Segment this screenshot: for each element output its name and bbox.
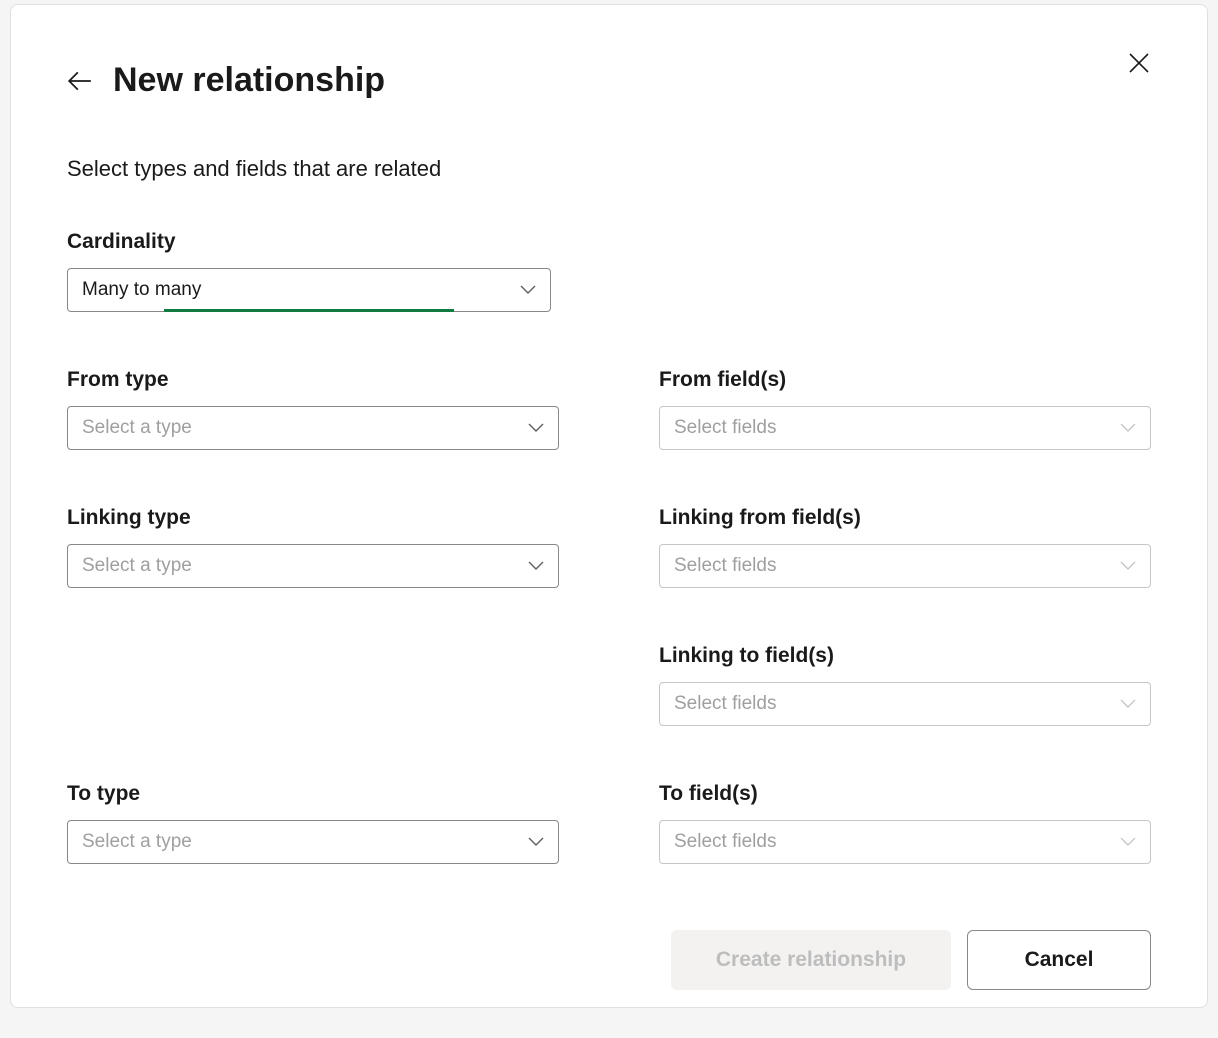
linking-type-select[interactable]: Select a type: [67, 544, 559, 588]
to-fields-select[interactable]: Select fields: [659, 820, 1151, 864]
spacer: [67, 644, 559, 645]
linking-type-placeholder: Select a type: [82, 555, 528, 577]
linking-from-fields-placeholder: Select fields: [674, 555, 1120, 577]
linking-to-fields-label: Linking to field(s): [659, 644, 1151, 668]
from-type-placeholder: Select a type: [82, 417, 528, 439]
to-fields-placeholder: Select fields: [674, 831, 1120, 853]
to-fields-group: To field(s) Select fields: [659, 782, 1151, 864]
chevron-down-icon: [528, 561, 544, 571]
from-fields-select[interactable]: Select fields: [659, 406, 1151, 450]
linking-to-fields-placeholder: Select fields: [674, 693, 1120, 715]
linking-from-fields-group: Linking from field(s) Select fields: [659, 506, 1151, 588]
linking-type-label: Linking type: [67, 506, 559, 530]
chevron-down-icon: [528, 837, 544, 847]
cardinality-value: Many to many: [82, 279, 520, 301]
to-type-placeholder: Select a type: [82, 831, 528, 853]
dialog-header: New relationship: [67, 61, 1151, 100]
back-arrow-icon[interactable]: [67, 68, 93, 94]
cardinality-label: Cardinality: [67, 230, 551, 254]
to-type-group: To type Select a type: [67, 782, 559, 864]
from-type-group: From type Select a type: [67, 368, 559, 450]
linking-type-group: Linking type Select a type: [67, 506, 559, 588]
cardinality-group: Cardinality Many to many: [67, 230, 551, 312]
to-type-label: To type: [67, 782, 559, 806]
chevron-down-icon: [1120, 699, 1136, 709]
create-relationship-button[interactable]: Create relationship: [671, 930, 951, 990]
linking-to-fields-group: Linking to field(s) Select fields: [659, 644, 1151, 726]
to-fields-label: To field(s): [659, 782, 1151, 806]
dialog-title: New relationship: [113, 61, 385, 100]
from-fields-group: From field(s) Select fields: [659, 368, 1151, 450]
close-icon[interactable]: [1127, 51, 1151, 80]
chevron-down-icon: [520, 285, 536, 295]
linking-to-fields-select[interactable]: Select fields: [659, 682, 1151, 726]
from-fields-label: From field(s): [659, 368, 1151, 392]
cancel-button[interactable]: Cancel: [967, 930, 1151, 990]
chevron-down-icon: [1120, 837, 1136, 847]
dialog-footer: Create relationship Cancel: [659, 930, 1151, 990]
chevron-down-icon: [1120, 561, 1136, 571]
linking-from-fields-label: Linking from field(s): [659, 506, 1151, 530]
chevron-down-icon: [528, 423, 544, 433]
to-type-select[interactable]: Select a type: [67, 820, 559, 864]
new-relationship-dialog: New relationship Select types and fields…: [10, 4, 1208, 1008]
from-type-label: From type: [67, 368, 559, 392]
form-grid: Cardinality Many to many From type Selec…: [67, 230, 1151, 990]
from-type-select[interactable]: Select a type: [67, 406, 559, 450]
linking-from-fields-select[interactable]: Select fields: [659, 544, 1151, 588]
dialog-subtitle: Select types and fields that are related: [67, 156, 1151, 182]
spacer: [67, 920, 559, 921]
cardinality-select[interactable]: Many to many: [67, 268, 551, 312]
from-fields-placeholder: Select fields: [674, 417, 1120, 439]
chevron-down-icon: [1120, 423, 1136, 433]
